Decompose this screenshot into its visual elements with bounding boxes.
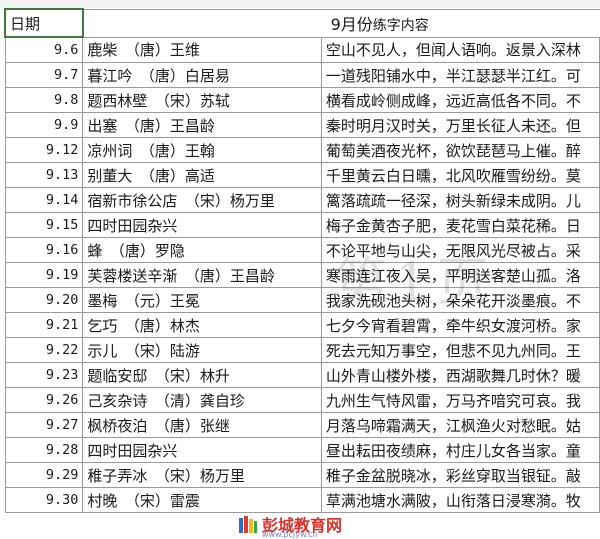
content-cell[interactable]: 稚子金盆脱晓冰，彩丝穿取当银钲。敲 (320, 462, 600, 488)
content-cell[interactable]: 寒雨连江夜入吴，平明送客楚山孤。洛 (320, 262, 600, 288)
month-title-cell[interactable]: 9月份练字内容 (82, 8, 600, 38)
content-cell[interactable]: 篱落疏疏一径深，树头新绿未成阴。儿 (320, 187, 600, 213)
content-cell[interactable]: 葡萄美酒夜光杯，欲饮琵琶马上催。醉 (320, 137, 600, 163)
content-cell[interactable]: 千里黄云白日曛，北风吹雁雪纷纷。莫 (320, 162, 600, 188)
title-cell[interactable]: 题临安邸 （宋）林升 (82, 362, 322, 388)
title-cell[interactable]: 乞巧 （唐）林杰 (82, 312, 322, 338)
date-cell[interactable]: 9.27 (4, 412, 84, 438)
title-cell[interactable]: 蜂 （唐）罗隐 (82, 237, 322, 263)
table-row: 9.8 题西林壁 （宋）苏轼 横看成岭侧成峰，远近高低各不同。不 (4, 87, 600, 113)
content-cell[interactable]: 昼出耘田夜绩麻，村庄儿女各当家。童 (320, 437, 600, 463)
content-cell[interactable]: 不论平地与山尖，无限风光尽被占。采 (320, 237, 600, 263)
title-cell[interactable]: 己亥杂诗 （清）龚自珍 (82, 387, 322, 413)
date-cell[interactable]: 9.26 (4, 387, 84, 413)
date-header-label: 日期 (10, 14, 41, 33)
date-cell[interactable]: 9.19 (4, 262, 84, 288)
title-cell[interactable]: 枫桥夜泊 （唐）张继 (82, 412, 322, 438)
date-cell[interactable]: 9.28 (4, 437, 84, 463)
spreadsheet: 日期 9月份练字内容 9.6 鹿柴 （唐）王维 空山不见人，但闻人语响。返景入深林 9… (0, 0, 600, 539)
title-cell[interactable]: 稚子弄冰 （宋）杨万里 (82, 462, 322, 488)
title-cell[interactable]: 宿新市徐公店 （宋）杨万里 (82, 187, 322, 213)
table-row: 9.27 枫桥夜泊 （唐）张继 月落乌啼霜满天，江枫渔火对愁眠。姑 (4, 412, 600, 438)
date-cell[interactable]: 9.14 (4, 187, 84, 213)
table-row: 9.9 出塞 （唐）王昌龄 秦时明月汉时关，万里长征人未还。但 (4, 112, 600, 138)
books-logo-icon (238, 514, 258, 534)
title-cell[interactable]: 四时田园杂兴 (82, 212, 322, 238)
table-row: 9.12 凉州词 （唐）王翰 葡萄美酒夜光杯，欲饮琵琶马上催。醉 (4, 137, 600, 163)
logo-url: www.pcjyw.cn (262, 530, 318, 539)
title-cell[interactable]: 出塞 （唐）王昌龄 (82, 112, 322, 138)
title-cell[interactable]: 题西林壁 （宋）苏轼 (82, 87, 322, 113)
table-row: 9.20 墨梅 （元）王冕 我家洗砚池头树，朵朵花开淡墨痕。不 (4, 287, 600, 313)
table-row: 9.19 芙蓉楼送辛渐 （唐）王昌龄 寒雨连江夜入吴，平明送客楚山孤。洛 (4, 262, 600, 288)
content-cell[interactable]: 七夕今宵看碧霄，牵牛织女渡河桥。家 (320, 312, 600, 338)
content-cell[interactable]: 横看成岭侧成峰，远近高低各不同。不 (320, 87, 600, 113)
content-cell[interactable]: 梅子金黄杏子肥，麦花雪白菜花稀。日 (320, 212, 600, 238)
date-cell[interactable]: 9.6 (4, 36, 84, 63)
content-cell[interactable]: 空山不见人，但闻人语响。返景入深林 (320, 36, 600, 63)
table-row: 9.13 别董大 （唐）高适 千里黄云白日曛，北风吹雁雪纷纷。莫 (4, 162, 600, 188)
title-cell[interactable]: 鹿柴 （唐）王维 (82, 36, 322, 63)
title-cell[interactable]: 四时田园杂兴 (82, 437, 322, 463)
date-cell[interactable]: 9.8 (4, 87, 84, 113)
date-cell[interactable]: 9.15 (4, 212, 84, 238)
date-cell[interactable]: 9.7 (4, 62, 84, 88)
date-cell[interactable]: 9.13 (4, 162, 84, 188)
date-header-cell[interactable]: 日期 (4, 8, 84, 38)
table-row: 9.23 题临安邸 （宋）林升 山外青山楼外楼，西湖歌舞几时休？暖 (4, 362, 600, 388)
table-row: 9.14 宿新市徐公店 （宋）杨万里 篱落疏疏一径深，树头新绿未成阴。儿 (4, 187, 600, 213)
header-row: 日期 9月份练字内容 (4, 8, 600, 38)
date-cell[interactable]: 9.29 (4, 462, 84, 488)
title-cell[interactable]: 暮江吟 （唐）白居易 (82, 62, 322, 88)
date-cell[interactable]: 9.22 (4, 337, 84, 363)
calligraphy-schedule-table: 日期 9月份练字内容 9.6 鹿柴 （唐）王维 空山不见人，但闻人语响。返景入深林 9… (4, 8, 600, 513)
title-cell[interactable]: 凉州词 （唐）王翰 (82, 137, 322, 163)
content-cell[interactable]: 秦时明月汉时关，万里长征人未还。但 (320, 112, 600, 138)
table-body: 9.6 鹿柴 （唐）王维 空山不见人，但闻人语响。返景入深林 9.7 暮江吟 （唐）白居… (4, 36, 600, 513)
table-row: 9.29 稚子弄冰 （宋）杨万里 稚子金盆脱晓冰，彩丝穿取当银钲。敲 (4, 462, 600, 488)
column-header-strip (0, 0, 600, 8)
date-cell[interactable]: 9.9 (4, 112, 84, 138)
table-row: 9.21 乞巧 （唐）林杰 七夕今宵看碧霄，牵牛织女渡河桥。家 (4, 312, 600, 338)
date-cell[interactable]: 9.16 (4, 237, 84, 263)
content-cell[interactable]: 月落乌啼霜满天，江枫渔火对愁眠。姑 (320, 412, 600, 438)
title-cell[interactable]: 芙蓉楼送辛渐 （唐）王昌龄 (82, 262, 322, 288)
table-row: 9.7 暮江吟 （唐）白居易 一道残阳铺水中，半江瑟瑟半江红。可 (4, 62, 600, 88)
table-row: 9.26 己亥杂诗 （清）龚自珍 九州生气恃风雷，万马齐喑究可哀。我 (4, 387, 600, 413)
date-cell[interactable]: 9.30 (4, 487, 84, 513)
date-cell[interactable]: 9.20 (4, 287, 84, 313)
month-title-prefix: 9月份 (330, 15, 373, 34)
date-cell[interactable]: 9.21 (4, 312, 84, 338)
date-cell[interactable]: 9.23 (4, 362, 84, 388)
title-cell[interactable]: 示儿 （宋）陆游 (82, 337, 322, 363)
content-cell[interactable]: 一道残阳铺水中，半江瑟瑟半江红。可 (320, 62, 600, 88)
table-row: 9.22 示儿 （宋）陆游 死去元知万事空，但悲不见九州同。王 (4, 337, 600, 363)
table-row: 9.28 四时田园杂兴 昼出耘田夜绩麻，村庄儿女各当家。童 (4, 437, 600, 463)
content-cell[interactable]: 死去元知万事空，但悲不见九州同。王 (320, 337, 600, 363)
table-row: 9.16 蜂 （唐）罗隐 不论平地与山尖，无限风光尽被占。采 (4, 237, 600, 263)
date-cell[interactable]: 9.12 (4, 137, 84, 163)
month-title-suffix: 练字内容 (372, 18, 429, 34)
content-cell[interactable]: 我家洗砚池头树，朵朵花开淡墨痕。不 (320, 287, 600, 313)
table-row: 9.15 四时田园杂兴 梅子金黄杏子肥，麦花雪白菜花稀。日 (4, 212, 600, 238)
title-cell[interactable]: 墨梅 （元）王冕 (82, 287, 322, 313)
content-cell[interactable]: 九州生气恃风雷，万马齐喑究可哀。我 (320, 387, 600, 413)
content-cell[interactable]: 山外青山楼外楼，西湖歌舞几时休？暖 (320, 362, 600, 388)
title-cell[interactable]: 别董大 （唐）高适 (82, 162, 322, 188)
table-row: 9.6 鹿柴 （唐）王维 空山不见人，但闻人语响。返景入深林 (4, 36, 600, 63)
